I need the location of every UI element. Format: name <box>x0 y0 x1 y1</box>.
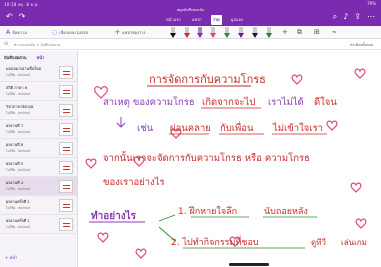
page-list-item[interactable]: สถิติ ภาษา 6 ไม่มีชื่อ · พลล์เชอร์ <box>0 82 77 101</box>
heart-icon <box>135 248 147 259</box>
battery-status: 79% <box>367 1 376 6</box>
highlighter-yellow[interactable] <box>252 27 258 38</box>
page-thumbnail <box>59 66 73 79</box>
app-title: สมุดบันทึกของฉัน <box>176 8 205 12</box>
ink-layer: การจัดการกับความโกรธ สาเหตุ ของความโกรธ … <box>85 68 367 259</box>
text-icon: A <box>6 29 11 36</box>
note-canvas[interactable]: การจัดการกับความโกรธ สาเหตุ ของความโกรธ … <box>79 51 381 267</box>
pen-pink[interactable] <box>210 27 216 38</box>
back-icon[interactable]: ⊙ <box>4 41 8 47</box>
section-title[interactable]: บันทึกย่อด่วน <box>4 54 27 61</box>
pen-black[interactable] <box>170 27 176 38</box>
arrow-icon <box>158 214 176 222</box>
more-icon[interactable]: ⋯ <box>367 13 375 21</box>
pages-tab[interactable]: หน้า <box>37 54 45 61</box>
question-line: จากนั้นเราจะจัดการกับความโกรธ หรือ ความโ… <box>103 151 310 164</box>
tab-draw[interactable]: วาด <box>210 15 222 25</box>
howto-label: ทำอย่างไร <box>91 209 137 222</box>
example-1: ผ่อนคลาย <box>170 123 211 134</box>
heart-icon <box>85 158 97 169</box>
page-list-item[interactable]: ผลงานครั้งที่ 1 ไม่มีชื่อ · พลล์เชอร์ <box>0 215 77 234</box>
tab-home[interactable]: หน้าแรก <box>164 15 183 25</box>
heart-icon <box>350 182 362 193</box>
notebook-options[interactable]: ตัวเลือกทั้งหมด <box>350 42 373 48</box>
example-3: ไม่เข้าใจเรา <box>272 122 323 134</box>
arrow-icon <box>116 117 126 128</box>
page-list-item[interactable]: มอบหมายงานชิ้นใหม่ ไม่มีชื่อ · พลล์เชอร์ <box>0 63 77 82</box>
page-list-item[interactable]: ผลงานที่ 7 ไม่มีชื่อ · พลล์เชอร์ <box>0 120 77 139</box>
question-line-2: ของเราอย่างไร <box>103 176 165 188</box>
pages-sidebar: บันทึกย่อด่วน หน้า มอบหมายงานชิ้นใหม่ ไม่… <box>0 51 78 267</box>
tab-view[interactable]: มุมมอง <box>229 15 245 25</box>
pen-red[interactable] <box>184 27 190 38</box>
method-2: 2. ไปทำกิจกรรมที่ชอบ <box>171 235 259 248</box>
notebook-bar: ⊙ ทำงานของฉัน > บันทึกย่อด่วน ตัวเลือกทั… <box>0 40 381 50</box>
page-list-item[interactable]: ผลงานครั้งที่ 2 ไม่มีชื่อ · พลล์เชอร์ <box>0 196 77 215</box>
lasso-icon: ◌ <box>52 29 58 36</box>
example-label: เช่น <box>137 123 154 134</box>
ruler-icon[interactable]: ⊞ <box>314 28 320 36</box>
insert-space-icon: ✛ <box>115 29 121 36</box>
redo-icon[interactable]: ↷ <box>19 13 26 21</box>
draw-ribbon: A ข้อความ ◌ เลือกแบบ Lasso ✛ แทรกช่องว่า… <box>0 26 381 39</box>
notebook-path[interactable]: ทำงานของฉัน > บันทึกย่อด่วน <box>14 42 60 48</box>
undo-icon[interactable]: ↶ <box>6 13 13 21</box>
page-thumbnail <box>59 142 73 155</box>
method-1-detail: นับถอยหลัง <box>264 207 308 217</box>
method-2-option-1: ดูทีวี <box>311 238 326 248</box>
page-thumbnail <box>59 161 73 174</box>
ribbon-tabs: หน้าแรก แทรก วาด มุมมอง <box>164 15 245 25</box>
cause-label: สาเหตุ ของความโกรธ <box>103 96 195 108</box>
add-pen-icon[interactable]: + <box>282 28 288 36</box>
heart-icon <box>326 120 338 131</box>
method-1: 1. ฝึกหายใจลึก <box>178 206 237 217</box>
page-list-item[interactable]: ผลงานที่ 5 ไม่มีชื่อ · พลล์เชอร์ <box>0 158 77 177</box>
text-mode-button[interactable]: A ข้อความ <box>6 29 27 36</box>
heart-icon <box>291 74 303 85</box>
page-thumbnail <box>59 199 73 212</box>
cause-text-1: เกิดจากจะไป <box>202 96 255 108</box>
highlighter-green[interactable] <box>266 27 272 38</box>
page-list-item[interactable]: ผลงานที่ 4 ไม่มีชื่อ · พลล์เชอร์ <box>0 177 77 196</box>
shapes-icon[interactable]: ⧉ <box>297 28 302 37</box>
tab-insert[interactable]: แทรก <box>190 15 204 25</box>
add-page-button[interactable]: + หน้า <box>5 254 17 261</box>
note-title: การจัดการกับความโกรธ <box>149 72 266 86</box>
lasso-button[interactable]: ◌ เลือกแบบ Lasso <box>52 29 88 36</box>
page-thumbnail <box>59 104 73 117</box>
page-thumbnail <box>59 123 73 136</box>
home-indicator <box>229 263 269 266</box>
heart-icon <box>355 218 367 229</box>
page-list-item[interactable]: ผลงานที่ 8 ไม่มีชื่อ · พลล์เชอร์ <box>0 139 77 158</box>
ink-to-shape-icon[interactable]: ⌁ <box>332 28 336 36</box>
insert-space-button[interactable]: ✛ แทรกช่องว่าง <box>115 29 145 36</box>
heart-icon <box>354 68 366 79</box>
page-thumbnail <box>59 85 73 98</box>
cause-text-3: ดีใจน <box>314 96 337 108</box>
bell-icon[interactable]: ♪ <box>343 13 348 21</box>
example-2: กับเพื่อน <box>220 121 254 134</box>
page-thumbnail <box>59 218 73 231</box>
pen-green[interactable] <box>224 27 230 38</box>
pen-purple[interactable] <box>197 27 203 38</box>
search-icon[interactable]: ⌕ <box>333 13 337 21</box>
page-list-item[interactable]: วิชาภาษาอังกฤษ ไม่มีชื่อ · พลล์เชอร์ <box>0 101 77 120</box>
page-thumbnail <box>59 180 73 193</box>
cause-text-2: เราไม่ได้ <box>268 96 304 108</box>
heart-icon <box>97 232 109 243</box>
method-2-option-2: เล่นเกม <box>341 238 367 247</box>
pen-purple-2[interactable] <box>238 27 244 38</box>
share-icon[interactable]: ⇪ <box>354 13 361 21</box>
